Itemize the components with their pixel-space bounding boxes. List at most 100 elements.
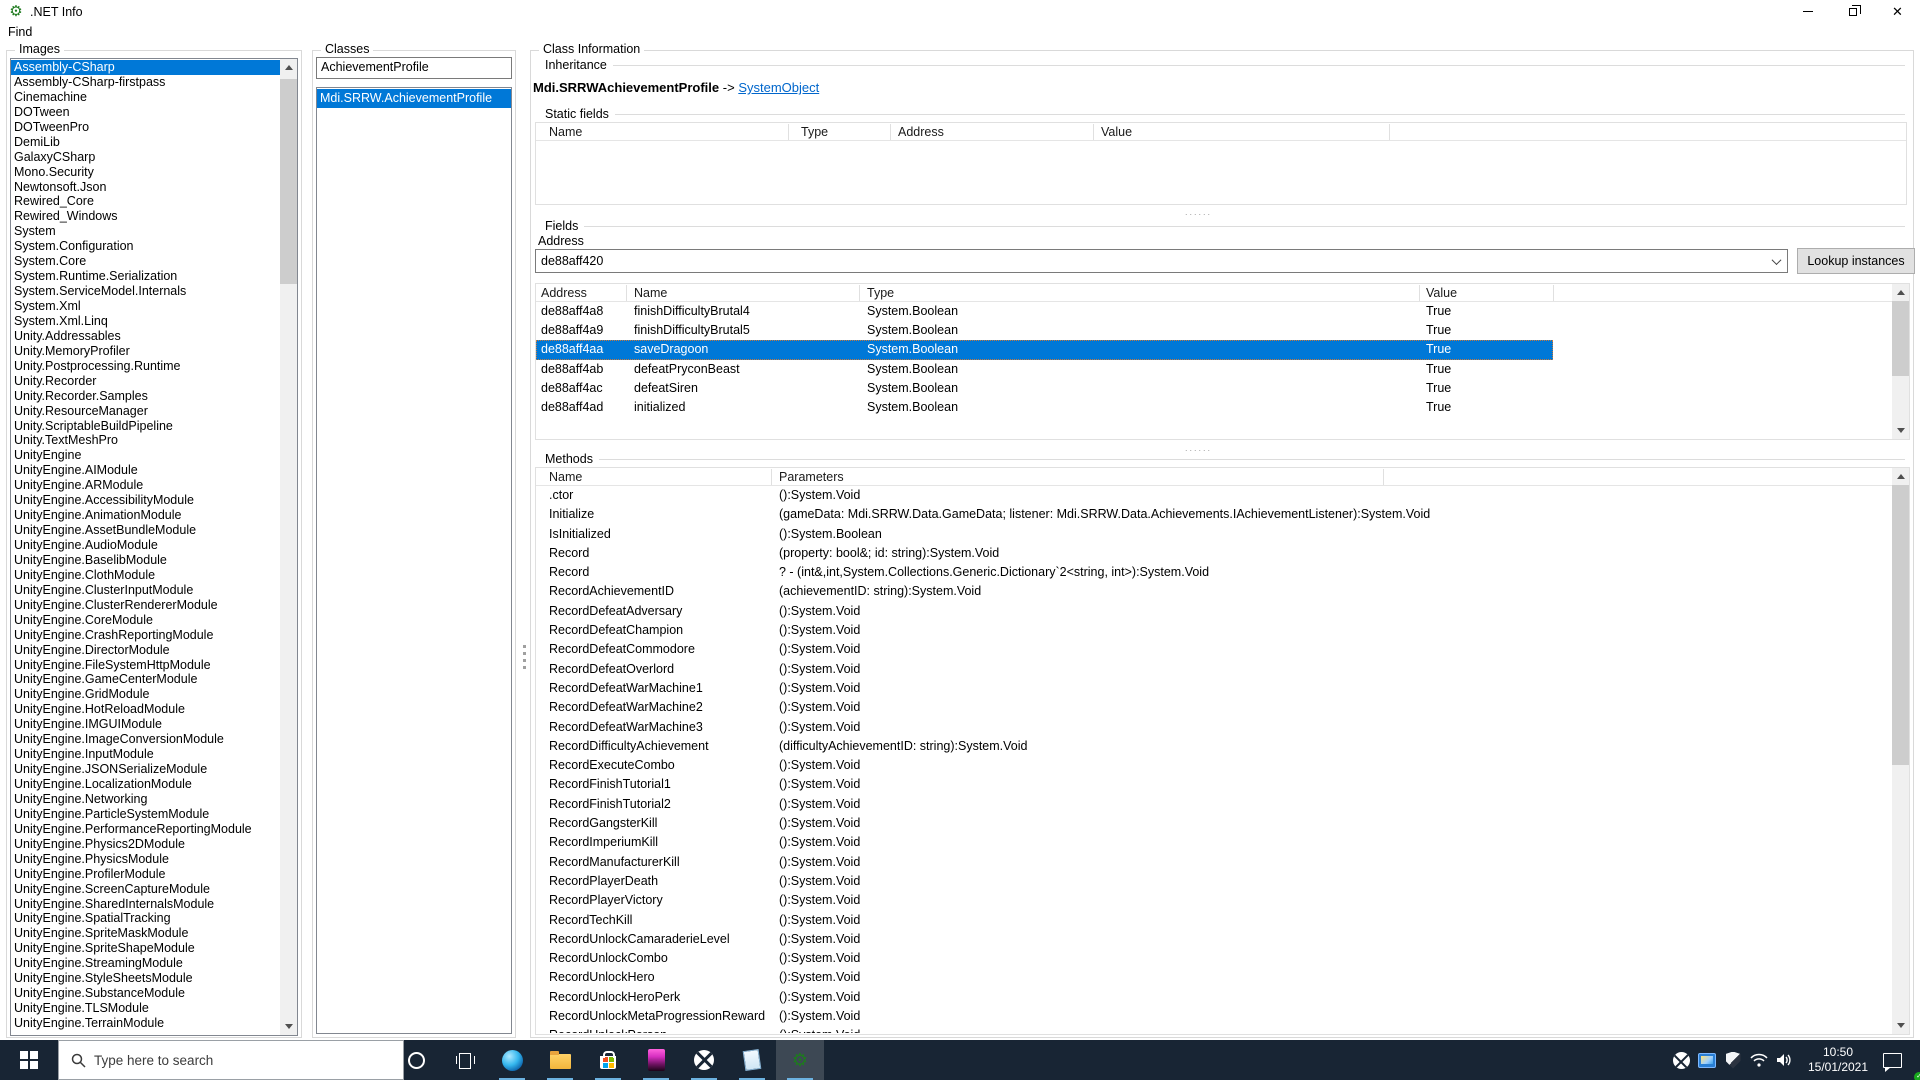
methods-table-row[interactable]: Initialize(gameData: Mdi.SRRW.Data.GameD… (536, 505, 1909, 524)
images-list-item[interactable]: UnityEngine.StyleSheetsModule (11, 971, 280, 986)
methods-table[interactable]: Name Parameters .ctor():System.VoidIniti… (535, 467, 1910, 1035)
images-list-item[interactable]: UnityEngine.ScreenCaptureModule (11, 882, 280, 897)
images-list-item[interactable]: UnityEngine.HotReloadModule (11, 702, 280, 717)
images-list-item[interactable]: UnityEngine.CoreModule (11, 613, 280, 628)
methods-table-row[interactable]: Record(property: bool&; id: string):Syst… (536, 544, 1909, 563)
tray-security-button[interactable]: ✓ (1720, 1040, 1746, 1080)
methods-table-row[interactable]: RecordUnlockMetaProgressionReward():Syst… (536, 1007, 1909, 1026)
images-list-item[interactable]: System.Core (11, 254, 280, 269)
taskbar-xbox-button[interactable] (680, 1040, 728, 1080)
scrollbar-thumb[interactable] (1892, 485, 1909, 765)
images-list-item[interactable]: UnityEngine.Networking (11, 792, 280, 807)
col-header-value[interactable]: Value (1101, 125, 1132, 139)
images-list-item[interactable]: System.ServiceModel.Internals (11, 284, 280, 299)
fields-table-row[interactable]: de88aff4a8finishDifficultyBrutal4System.… (536, 302, 1553, 321)
images-list-item[interactable]: System.Configuration (11, 239, 280, 254)
images-list-item[interactable]: UnityEngine.BaselibModule (11, 553, 280, 568)
methods-table-row[interactable]: RecordUnlockHero():System.Void (536, 968, 1909, 987)
minimize-button[interactable] (1785, 0, 1830, 23)
images-list-item[interactable]: UnityEngine (11, 448, 280, 463)
tray-volume-button[interactable] (1772, 1040, 1798, 1080)
images-list-item[interactable]: Unity.Addressables (11, 329, 280, 344)
methods-table-row[interactable]: RecordFinishTutorial2():System.Void (536, 795, 1909, 814)
methods-table-row[interactable]: RecordDefeatOverlord():System.Void (536, 660, 1909, 679)
horizontal-splitter[interactable]: ...... (1185, 207, 1212, 217)
images-list-item[interactable]: UnityEngine.ParticleSystemModule (11, 807, 280, 822)
scrollbar-thumb[interactable] (280, 79, 297, 284)
images-list-item[interactable]: DOTweenPro (11, 120, 280, 135)
images-list-item[interactable]: UnityEngine.SpatialTracking (11, 911, 280, 926)
action-center-button[interactable] (1880, 1040, 1906, 1080)
methods-table-row[interactable]: RecordUnlockPerson():System.Void (536, 1026, 1909, 1033)
methods-table-row[interactable]: RecordExecuteCombo():System.Void (536, 756, 1909, 775)
images-list-item[interactable]: UnityEngine.PerformanceReportingModule (11, 822, 280, 837)
images-list-item[interactable]: UnityEngine.AnimationModule (11, 508, 280, 523)
images-list-item[interactable]: UnityEngine.AudioModule (11, 538, 280, 553)
images-list-item[interactable]: UnityEngine.JSONSerializeModule (11, 762, 280, 777)
images-list-item[interactable]: DemiLib (11, 135, 280, 150)
images-list-item[interactable]: UnityEngine.GridModule (11, 687, 280, 702)
lookup-instances-button[interactable]: Lookup instances (1797, 248, 1915, 274)
images-list-item[interactable]: UnityEngine.LocalizationModule (11, 777, 280, 792)
col-header-address[interactable]: Address (898, 125, 944, 139)
images-list-item[interactable]: Unity.Recorder (11, 374, 280, 389)
images-list-item[interactable]: UnityEngine.ClothModule (11, 568, 280, 583)
close-button[interactable]: ✕ (1875, 0, 1920, 23)
fields-table-row[interactable]: de88aff4a9finishDifficultyBrutal5System.… (536, 321, 1553, 340)
tray-xbox-button[interactable] (1668, 1040, 1694, 1080)
restore-button[interactable] (1830, 0, 1875, 23)
start-button[interactable] (0, 1040, 58, 1080)
methods-table-row[interactable]: RecordDefeatCommodore():System.Void (536, 640, 1909, 659)
methods-table-row[interactable]: RecordPlayerDeath():System.Void (536, 872, 1909, 891)
scrollbar-thumb[interactable] (1892, 301, 1909, 376)
taskbar-search-input[interactable]: Type here to search (58, 1040, 404, 1080)
taskbar-clock[interactable]: 10:50 15/01/2021 (1802, 1045, 1874, 1075)
col-header-name[interactable]: Name (549, 125, 582, 139)
images-list-item[interactable]: UnityEngine.CrashReportingModule (11, 628, 280, 643)
methods-table-row[interactable]: RecordDefeatChampion():System.Void (536, 621, 1909, 640)
menu-find[interactable]: Find (0, 23, 40, 41)
images-list-item[interactable]: Rewired_Core (11, 194, 280, 209)
col-header-value[interactable]: Value (1426, 286, 1457, 300)
taskbar-cheat-engine-button[interactable]: ⚙ (776, 1040, 824, 1080)
taskbar-task-view-button[interactable] (440, 1040, 488, 1080)
fields-scrollbar[interactable] (1892, 284, 1909, 439)
scroll-down-button[interactable] (1892, 1017, 1909, 1034)
images-list-item[interactable]: Unity.MemoryProfiler (11, 344, 280, 359)
methods-table-row[interactable]: RecordFinishTutorial1():System.Void (536, 775, 1909, 794)
methods-table-row[interactable]: Record? - (int&,int,System.Collections.G… (536, 563, 1909, 582)
class-filter-input[interactable]: AchievementProfile (316, 57, 512, 79)
methods-table-row[interactable]: RecordUnlockCamaraderieLevel():System.Vo… (536, 930, 1909, 949)
images-list-item[interactable]: UnityEngine.GameCenterModule (11, 672, 280, 687)
images-list-item[interactable]: Unity.ScriptableBuildPipeline (11, 419, 280, 434)
taskbar-store-button[interactable] (584, 1040, 632, 1080)
images-list-item[interactable]: Unity.TextMeshPro (11, 433, 280, 448)
tray-pc-monitor-button[interactable] (1694, 1040, 1720, 1080)
fields-table-row[interactable]: de88aff4abdefeatPryconBeastSystem.Boolea… (536, 360, 1553, 379)
taskbar-cortana-button[interactable] (392, 1040, 440, 1080)
images-list-item[interactable]: UnityEngine.InputModule (11, 747, 280, 762)
col-header-type[interactable]: Type (801, 125, 828, 139)
images-list-item[interactable]: UnityEngine.SpriteShapeModule (11, 941, 280, 956)
images-list-item[interactable]: UnityEngine.Physics2DModule (11, 837, 280, 852)
images-list-item[interactable]: System (11, 224, 280, 239)
images-list-item[interactable]: UnityEngine.ClusterInputModule (11, 583, 280, 598)
images-list-item[interactable]: UnityEngine.FileSystemHttpModule (11, 658, 280, 673)
images-list[interactable]: Assembly-CSharpAssembly-CSharp-firstpass… (10, 58, 298, 1036)
images-list-item[interactable]: Assembly-CSharp-firstpass (11, 75, 280, 90)
taskbar-game-window-button[interactable] (632, 1040, 680, 1080)
methods-table-row[interactable]: RecordAchievementID(achievementID: strin… (536, 582, 1909, 601)
col-header-type[interactable]: Type (867, 286, 894, 300)
methods-table-row[interactable]: RecordManufacturerKill():System.Void (536, 853, 1909, 872)
images-list-item[interactable]: UnityEngine.IMGUIModule (11, 717, 280, 732)
vertical-splitter[interactable] (521, 645, 527, 669)
methods-table-row[interactable]: RecordDefeatWarMachine2():System.Void (536, 698, 1909, 717)
images-list-item[interactable]: Mono.Security (11, 165, 280, 180)
methods-table-row[interactable]: .ctor():System.Void (536, 486, 1909, 505)
images-list-item[interactable]: GalaxyCSharp (11, 150, 280, 165)
images-list-item[interactable]: UnityEngine.StreamingModule (11, 956, 280, 971)
images-list-item[interactable]: UnityEngine.ARModule (11, 478, 280, 493)
scroll-down-button[interactable] (1892, 422, 1909, 439)
methods-table-row[interactable]: RecordUnlockHeroPerk():System.Void (536, 988, 1909, 1007)
methods-table-row[interactable]: RecordGangsterKill():System.Void (536, 814, 1909, 833)
